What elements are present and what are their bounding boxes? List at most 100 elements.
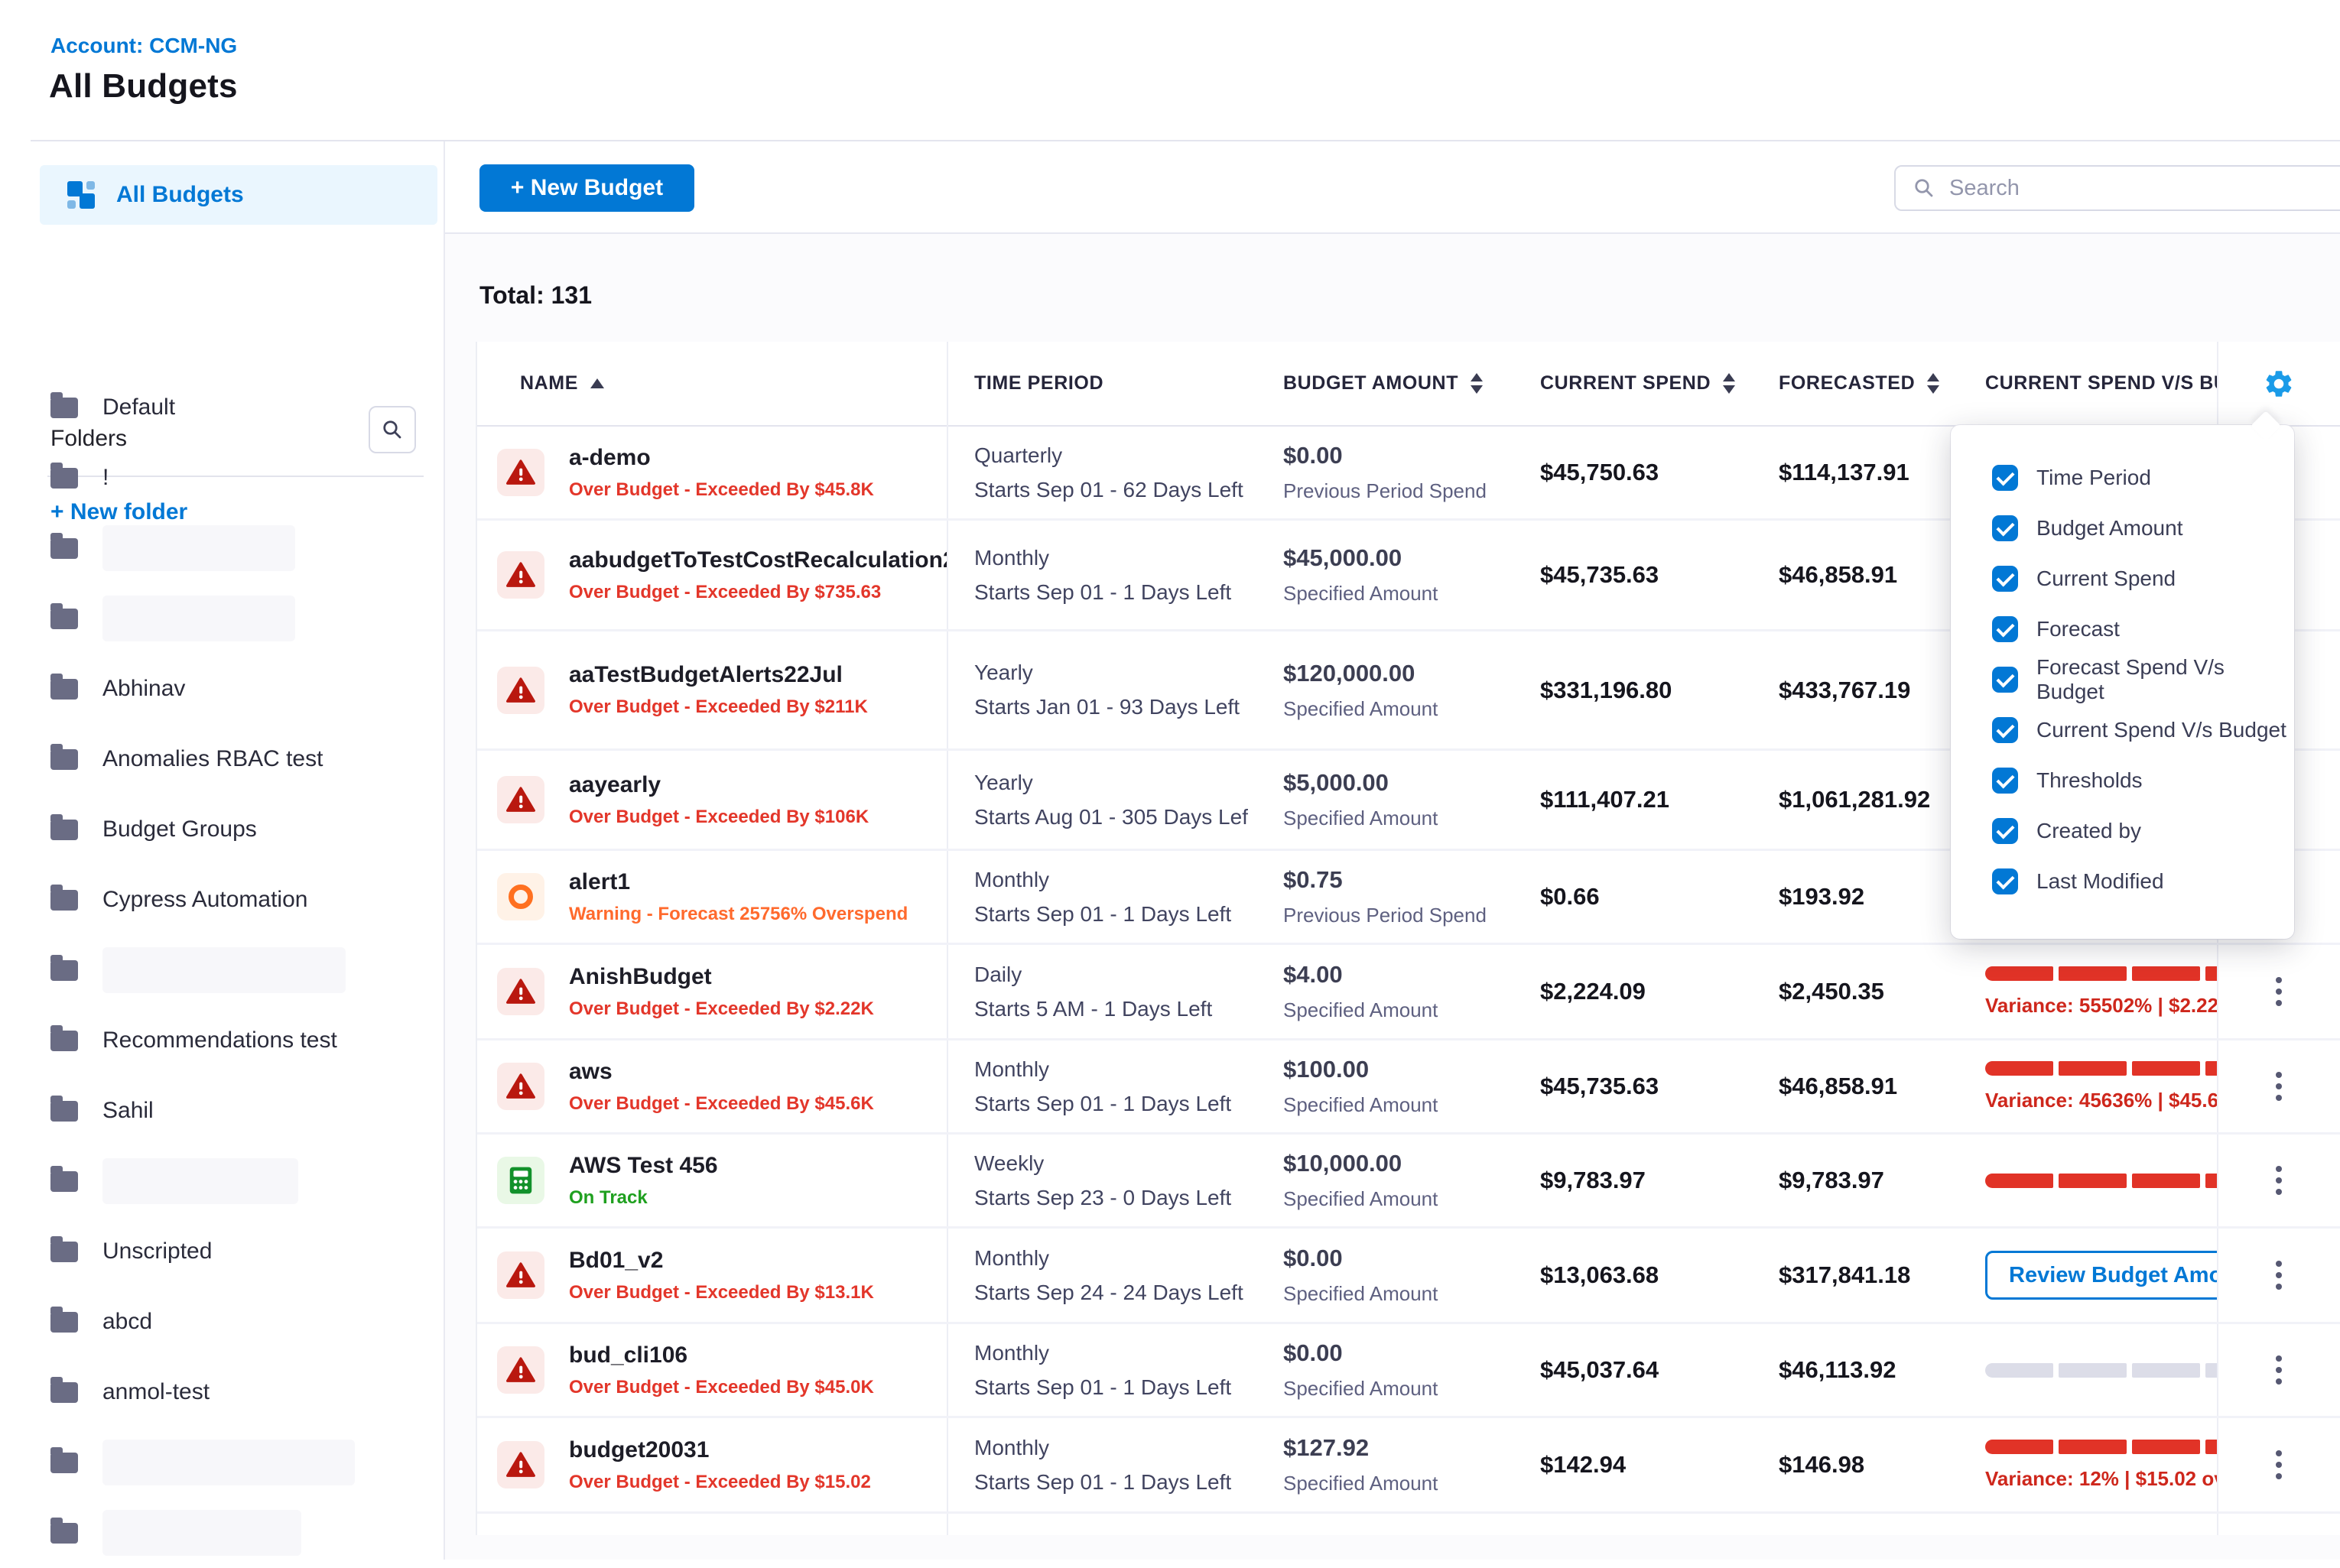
column-menu-item[interactable]: Current Spend (1951, 554, 2294, 604)
row-menu-kebab-icon[interactable] (2268, 1443, 2290, 1487)
row-menu-kebab-icon[interactable] (2268, 1253, 2290, 1297)
column-menu-item-label: Forecast Spend V/s Budget (2036, 655, 2294, 704)
budget-name[interactable]: a-demo (569, 445, 874, 471)
name-status-stack: aayearly Over Budget - Exceeded By $106K (569, 772, 869, 828)
folder-item[interactable] (0, 513, 442, 583)
review-budget-amount-button[interactable]: Review Budget Amou (1985, 1251, 2217, 1300)
current-spend-value: $111,407.21 (1540, 786, 1669, 813)
budget-amount-cell: $0.00 Previous Period Spend (1248, 427, 1500, 518)
checked-checkbox-icon[interactable] (1992, 818, 2018, 844)
budget-amount-value: $0.00 (1283, 442, 1500, 469)
row-menu-kebab-icon[interactable] (2268, 1064, 2290, 1109)
column-settings[interactable] (2217, 368, 2340, 400)
total-count: Total: 131 (479, 281, 592, 310)
column-header-spend-vs-budget-label: CURRENT SPEND V/S BUDGE (1985, 372, 2217, 394)
folder-item[interactable]: Recommendations test (0, 1005, 442, 1076)
row-menu-kebab-icon[interactable] (2268, 1348, 2290, 1392)
column-header-name[interactable]: NAME (477, 372, 947, 394)
folder-item[interactable] (0, 1146, 442, 1216)
folder-item[interactable]: anmol-test (0, 1357, 442, 1427)
spend-vs-budget-cell: Variance: 45636% | $45.6 (1959, 1040, 2217, 1132)
budget-amount-cell: $120,000.00 Specified Amount (1248, 631, 1500, 748)
budget-name-cell: aaTestBudgetAlerts22Jul Over Budget - Ex… (477, 631, 947, 748)
budget-name[interactable]: bud_cli106 (569, 1342, 874, 1368)
budget-name-cell: AnishBudget Over Budget - Exceeded By $2… (477, 945, 947, 1038)
budget-name[interactable]: aaTestBudgetAlerts22Jul (569, 662, 868, 688)
checked-checkbox-icon[interactable] (1992, 566, 2018, 592)
folder-item[interactable]: Anomalies RBAC test (0, 724, 442, 794)
table-row[interactable]: budget20031 Over Budget - Exceeded By $1… (477, 1418, 2340, 1514)
checked-checkbox-icon[interactable] (1992, 515, 2018, 541)
column-header-time-period-label: TIME PERIOD (974, 372, 1103, 394)
sort-icon[interactable] (1471, 373, 1483, 394)
column-menu-item[interactable]: Thresholds (1951, 755, 2294, 806)
table-row[interactable]: AnishBudget Over Budget - Exceeded By $2… (477, 945, 2340, 1040)
checked-checkbox-icon[interactable] (1992, 667, 2018, 693)
budget-name[interactable]: AnishBudget (569, 964, 874, 990)
sort-icon[interactable] (1723, 373, 1735, 394)
table-row[interactable]: aws Over Budget - Exceeded By $45.6K Mon… (477, 1040, 2340, 1135)
checked-checkbox-icon[interactable] (1992, 768, 2018, 794)
budget-search-box[interactable] (1894, 165, 2340, 211)
name-status-stack: a-demo Over Budget - Exceeded By $45.8K (569, 445, 874, 501)
time-period-cell: Monthly Starts Sep 01 - 1 Days Left (947, 851, 1248, 943)
column-header-time-period[interactable]: TIME PERIOD (947, 372, 1248, 394)
table-row[interactable]: AWS Test 456 On Track Weekly Starts Sep … (477, 1135, 2340, 1229)
budget-name[interactable]: AWS Test 456 (569, 1153, 718, 1179)
folder-item[interactable]: Unscripted (0, 1216, 442, 1287)
column-menu-item[interactable]: Current Spend V/s Budget (1951, 705, 2294, 755)
account-breadcrumb-link[interactable]: Account: CCM-NG (50, 34, 237, 58)
folder-item[interactable] (0, 1498, 442, 1568)
column-header-current-spend-label: CURRENT SPEND (1540, 372, 1711, 394)
folder-item[interactable] (0, 583, 442, 654)
budget-name[interactable]: aabudgetToTestCostRecalculation2 (569, 547, 947, 573)
budget-name[interactable]: aws (569, 1059, 874, 1085)
current-spend-value: $45,735.63 (1540, 1073, 1659, 1100)
column-menu-item[interactable]: Created by (1951, 806, 2294, 856)
column-menu-item[interactable]: Last Modified (1951, 856, 2294, 907)
column-header-current-spend[interactable]: CURRENT SPEND (1500, 372, 1745, 394)
row-menu-kebab-icon[interactable] (2268, 969, 2290, 1014)
checked-checkbox-icon[interactable] (1992, 868, 2018, 894)
column-menu-item[interactable]: Budget Amount (1951, 503, 2294, 554)
folder-item[interactable]: Sahil (0, 1076, 442, 1146)
column-menu-item[interactable]: Forecast Spend V/s Budget (1951, 654, 2294, 705)
folder-item[interactable] (0, 1427, 442, 1498)
new-budget-button[interactable]: + New Budget (479, 164, 694, 212)
folder-icon (50, 749, 78, 770)
folder-item[interactable]: abcd (0, 1287, 442, 1357)
budget-name[interactable]: budget20031 (569, 1437, 871, 1463)
column-header-forecasted[interactable]: FORECASTED (1745, 372, 1959, 394)
column-header-spend-vs-budget[interactable]: CURRENT SPEND V/S BUDGE (1959, 372, 2217, 394)
folder-item[interactable] (0, 935, 442, 1005)
folder-item[interactable]: Default (0, 372, 442, 443)
budget-name[interactable]: alert1 (569, 869, 908, 895)
folder-item[interactable]: Budget Groups (0, 794, 442, 865)
sort-icon[interactable] (1927, 373, 1939, 394)
folder-item[interactable]: Cypress Automation (0, 865, 442, 935)
budget-name[interactable]: aayearly (569, 772, 869, 798)
table-row[interactable]: Bd01_v2 Over Budget - Exceeded By $13.1K… (477, 1229, 2340, 1324)
row-menu-kebab-icon[interactable] (2268, 1158, 2290, 1203)
folder-item[interactable]: Abhinav (0, 654, 442, 724)
budget-status-icon-box (497, 1346, 544, 1394)
checked-checkbox-icon[interactable] (1992, 717, 2018, 743)
column-menu-item[interactable]: Time Period (1951, 453, 2294, 503)
column-header-budget-amount[interactable]: BUDGET AMOUNT (1248, 372, 1500, 394)
budget-search-input[interactable] (1948, 175, 2287, 202)
forecasted-value: $193.92 (1779, 883, 1864, 911)
folder-name: Recommendations test (102, 1027, 337, 1053)
budget-name[interactable]: Bd01_v2 (569, 1248, 874, 1274)
gear-icon[interactable] (2263, 368, 2295, 400)
budget-usage-bar (1985, 1061, 2217, 1076)
period-detail: Starts Sep 01 - 1 Days Left (974, 1375, 1248, 1400)
folder-item[interactable]: ! (0, 443, 442, 513)
budget-amount-cell: $0.75 Previous Period Spend (1248, 851, 1500, 943)
column-menu-item[interactable]: Forecast (1951, 604, 2294, 654)
checked-checkbox-icon[interactable] (1992, 616, 2018, 642)
forecasted-cell: $114,137.91 (1745, 427, 1959, 518)
sidebar-item-all-budgets[interactable]: All Budgets (40, 165, 437, 225)
checked-checkbox-icon[interactable] (1992, 465, 2018, 491)
table-row[interactable]: bud_cli106 Over Budget - Exceeded By $45… (477, 1324, 2340, 1418)
forecasted-cell: $9,783.97 (1745, 1135, 1959, 1226)
